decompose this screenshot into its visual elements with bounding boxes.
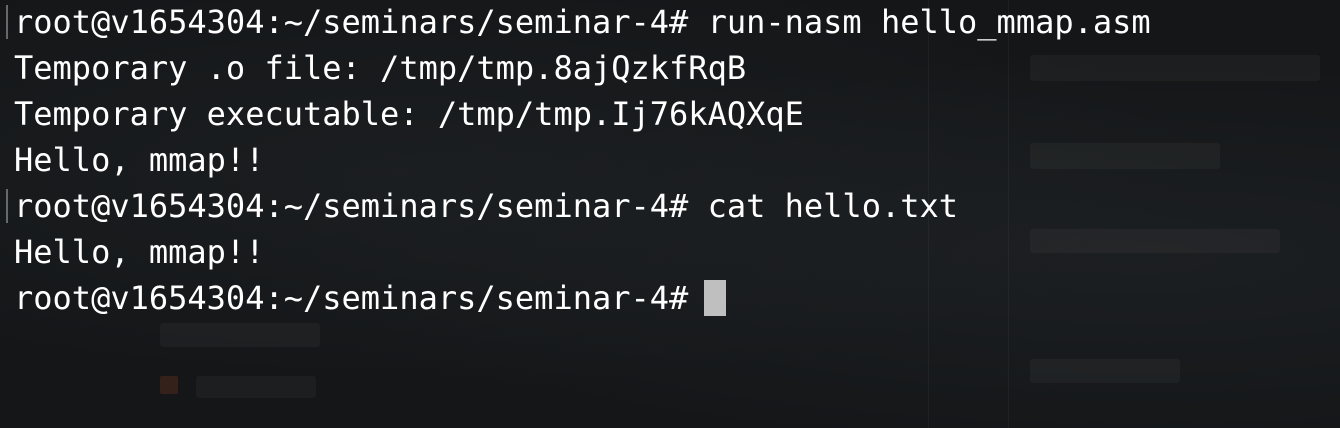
terminal-window[interactable]: root@v1654304:~/seminars/seminar-4# run-…	[0, 0, 1340, 428]
terminal-line: Temporary .o file: /tmp/tmp.8ajQzkfRqB	[14, 49, 747, 87]
prompt-text: root@v1654304:~/seminars/seminar-4#	[14, 279, 689, 317]
terminal-line: root@v1654304:~/seminars/seminar-4# cat …	[14, 187, 959, 225]
terminal-prompt-line[interactable]: root@v1654304:~/seminars/seminar-4#	[14, 275, 1340, 321]
prompt-marker	[6, 189, 8, 223]
terminal-line: Hello, mmap!!	[14, 233, 265, 271]
terminal-line: Temporary executable: /tmp/tmp.Ij76kAQXq…	[14, 95, 804, 133]
terminal-line: Hello, mmap!!	[14, 141, 265, 179]
terminal-output: root@v1654304:~/seminars/seminar-4# run-…	[14, 0, 1340, 321]
prompt-marker	[6, 5, 8, 39]
text-cursor	[704, 280, 727, 316]
terminal-line: root@v1654304:~/seminars/seminar-4# run-…	[14, 3, 1151, 41]
